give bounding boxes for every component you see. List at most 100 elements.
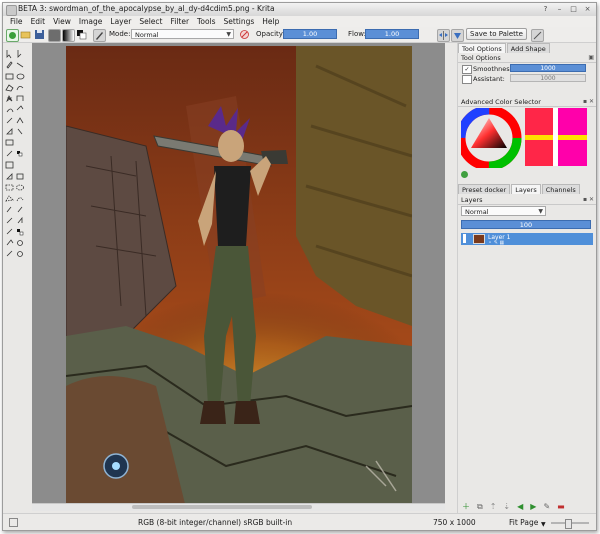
docker-bottom-tabs: Preset docker Layers Channels — [458, 184, 581, 194]
close-icon[interactable]: ▪ ✕ — [583, 196, 594, 204]
menu-image[interactable]: Image — [75, 16, 107, 27]
layer-opacity-slider[interactable]: 100 — [461, 220, 591, 229]
assistant-slider[interactable]: 1000 — [510, 74, 586, 82]
color-bar-vertical — [553, 108, 558, 166]
lock-icon[interactable]: ▣ — [588, 54, 594, 62]
minimize-button[interactable]: – — [555, 5, 564, 14]
layer-thumbnail — [473, 234, 485, 244]
smoothness-label: Smoothness: — [473, 65, 516, 73]
assistant-checkbox[interactable] — [462, 75, 472, 84]
close-button[interactable]: × — [583, 5, 592, 14]
save-icon[interactable] — [34, 29, 45, 40]
save-to-palette-button[interactable]: Save to Palette — [466, 28, 527, 40]
menu-select[interactable]: Select — [135, 16, 166, 27]
duplicate-layer-icon[interactable]: ⧉ — [477, 501, 483, 512]
tab-preset-docker[interactable]: Preset docker — [458, 184, 511, 194]
opacity-slider[interactable]: 1.00 — [283, 29, 337, 39]
image-size-status: 750 x 1000 — [433, 518, 476, 527]
help-icon[interactable]: ? — [541, 5, 550, 14]
layer-row[interactable]: Layer 1 ⚬ ✎ ▦ — [461, 233, 593, 246]
menu-edit[interactable]: Edit — [27, 16, 50, 27]
zoom-mode-select[interactable]: Fit Page — [509, 518, 538, 527]
polygon-select-icon — [5, 195, 14, 202]
smoothness-slider[interactable]: 1000 — [510, 64, 586, 72]
tab-add-shape[interactable]: Add Shape — [506, 43, 550, 53]
add-layer-icon[interactable]: ＋ — [462, 501, 470, 512]
layer-properties-icons[interactable]: ⚬ ✎ ▦ — [488, 240, 504, 246]
layer-properties-icon[interactable]: ✎ — [543, 501, 550, 512]
maximize-button[interactable]: □ — [569, 5, 578, 14]
visibility-icon[interactable] — [463, 234, 466, 243]
mirror-vertical-icon[interactable] — [451, 29, 464, 42]
menu-layer[interactable]: Layer — [106, 16, 135, 27]
brush-preset-icon[interactable] — [93, 29, 106, 42]
perspective-tool-icon — [6, 173, 13, 180]
horizontal-scrollbar[interactable] — [32, 503, 445, 511]
contiguous-select-icon — [6, 206, 12, 213]
hand-tool-icon — [17, 251, 23, 257]
flow-label: Flow: — [348, 30, 366, 38]
move-layer-up-icon[interactable]: ⇡ — [490, 501, 497, 512]
krita-app-icon — [6, 5, 17, 16]
move-left-icon[interactable]: ◀ — [517, 501, 523, 512]
freehand-brush-icon — [6, 61, 13, 69]
close-icon[interactable]: ▪ ✕ — [583, 98, 594, 106]
mode-select[interactable]: Normal ▼ — [131, 29, 234, 39]
advanced-color-selector[interactable] — [461, 108, 591, 168]
mirror-horizontal-icon[interactable] — [437, 29, 450, 42]
zoom-slider[interactable] — [551, 519, 589, 529]
layers-title: Layers — [461, 196, 483, 204]
palette-icon[interactable] — [531, 29, 544, 42]
grid-tool-icon — [5, 161, 14, 169]
move-right-icon[interactable]: ▶ — [530, 501, 536, 512]
window-controls: ? – □ × — [541, 5, 592, 14]
tab-layers[interactable]: Layers — [511, 184, 541, 194]
color-history-icon[interactable] — [461, 171, 468, 178]
pattern-icon[interactable] — [48, 29, 61, 42]
zoom-tool-icon — [17, 240, 23, 246]
assistant-label: Assistant: — [473, 75, 505, 83]
polygon-tool-icon — [5, 84, 14, 92]
smoothness-checkbox[interactable]: ✓ — [462, 65, 472, 74]
tab-channels[interactable]: Channels — [541, 184, 580, 194]
new-document-icon[interactable] — [6, 29, 19, 42]
layer-actions-bar: ＋ ⧉ ⇡ ⇣ ◀ ▶ ✎ ▬ — [458, 501, 596, 512]
blend-mode-select[interactable]: Normal ▼ — [461, 206, 546, 216]
open-document-icon[interactable] — [20, 29, 31, 40]
pencil-tool-icon — [6, 228, 13, 235]
bezier-select-icon — [17, 216, 23, 224]
erase-mode-icon[interactable] — [239, 29, 250, 40]
menu-help[interactable]: Help — [258, 16, 283, 27]
crop-tool-icon — [16, 117, 24, 124]
color-picker-icon — [17, 128, 23, 135]
title-bar[interactable]: BETA 3: swordman_of_the_apocalypse_by_al… — [3, 3, 596, 17]
flow-slider[interactable]: 1.00 — [365, 29, 419, 39]
scrollbar-thumb[interactable] — [132, 505, 312, 509]
toolbox-icons — [5, 50, 25, 257]
menu-bar: File Edit View Image Layer Select Filter… — [3, 16, 596, 27]
gradient-icon[interactable] — [62, 29, 75, 42]
zoom-slider-handle[interactable] — [565, 519, 572, 529]
menu-filter[interactable]: Filter — [166, 16, 193, 27]
tab-tool-options[interactable]: Tool Options — [458, 43, 506, 53]
tool-options-tabs: Tool Options Add Shape — [458, 43, 551, 53]
canvas-area[interactable] — [32, 43, 445, 508]
menu-tools[interactable]: Tools — [193, 16, 219, 27]
menu-view[interactable]: View — [49, 16, 75, 27]
saturation-triangle[interactable] — [471, 118, 507, 148]
layers-header: Layers ▪ ✕ — [458, 196, 596, 205]
assistant-tool-icon — [16, 173, 24, 180]
move-layer-down-icon[interactable]: ⇣ — [503, 501, 510, 512]
swap-colors-icon[interactable] — [76, 29, 87, 40]
multibrush-icon — [16, 105, 24, 111]
menu-file[interactable]: File — [6, 16, 27, 27]
fill-tool-icon — [6, 128, 13, 135]
artwork-canvas[interactable] — [66, 46, 412, 508]
tool-options-header: Tool Options ▣ — [458, 54, 596, 63]
rect-select-icon — [5, 184, 14, 191]
edit-shapes-icon — [17, 50, 22, 58]
menu-settings[interactable]: Settings — [220, 16, 259, 27]
tool-options-title: Tool Options — [461, 54, 501, 62]
gradient-tool-icon — [5, 139, 14, 146]
delete-layer-icon[interactable]: ▬ — [557, 501, 565, 512]
